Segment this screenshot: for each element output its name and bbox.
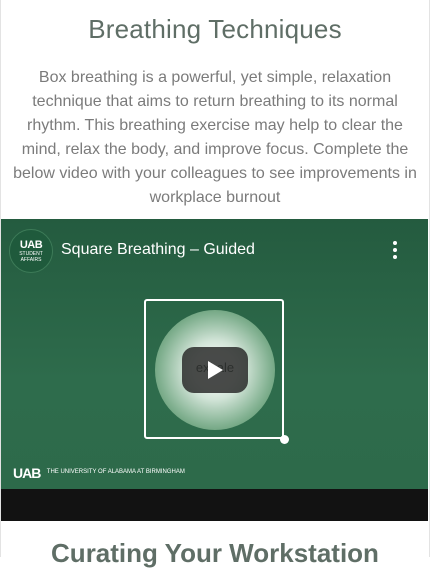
video-title[interactable]: Square Breathing – Guided xyxy=(61,241,255,259)
section-intro: Box breathing is a powerful, yet simple,… xyxy=(13,69,417,206)
play-button[interactable] xyxy=(182,347,248,393)
uab-footer-text: THE UNIVERSITY OF ALABAMA AT BIRMINGHAM xyxy=(46,469,185,476)
channel-avatar[interactable]: UAB STUDENT AFFAIRS xyxy=(9,229,53,273)
play-icon xyxy=(208,361,223,379)
section-title: Breathing Techniques xyxy=(88,14,342,44)
video-player[interactable]: UAB STUDENT AFFAIRS Square Breathing – G… xyxy=(1,219,428,521)
video-bottom-bar xyxy=(1,489,428,521)
uab-watermark: UAB THE UNIVERSITY OF ALABAMA AT BIRMING… xyxy=(13,464,185,482)
uab-mark: UAB xyxy=(13,464,41,481)
square-progress-dot xyxy=(280,435,289,444)
next-section-title: Curating Your Workstation xyxy=(51,538,379,568)
channel-sub: STUDENT AFFAIRS xyxy=(19,251,43,263)
more-vert-icon[interactable] xyxy=(392,241,398,259)
channel-logo: UAB xyxy=(19,239,43,251)
